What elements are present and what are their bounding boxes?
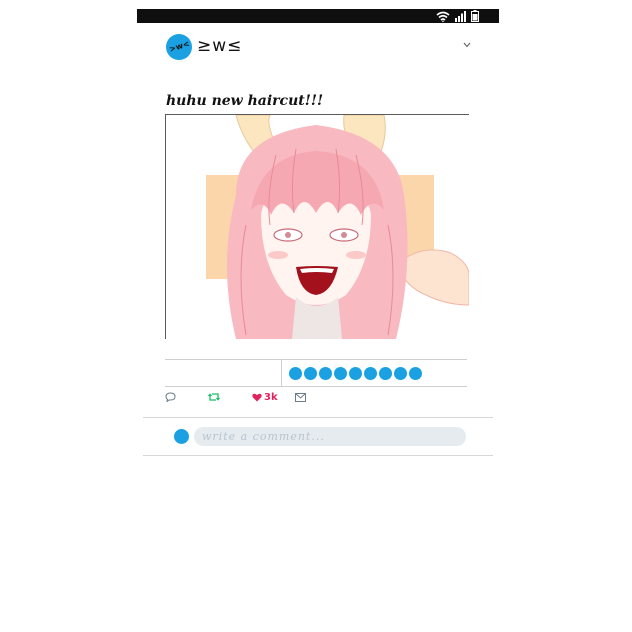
liker-avatar[interactable] [409, 367, 422, 380]
username[interactable]: ≥w≤ [197, 36, 242, 56]
mail-icon [295, 392, 306, 402]
liker-avatar[interactable] [364, 367, 377, 380]
post-actions: 3k [165, 390, 467, 404]
signal-icon [455, 10, 466, 22]
reply-button[interactable] [165, 390, 176, 404]
liker-avatar[interactable] [394, 367, 407, 380]
liker-avatar[interactable] [334, 367, 347, 380]
liker-avatar[interactable] [304, 367, 317, 380]
liker-avatar[interactable] [379, 367, 392, 380]
chevron-down-icon[interactable] [463, 42, 471, 48]
post-image[interactable] [165, 114, 469, 339]
avatar-logo: >w< [168, 39, 191, 54]
artwork-illustration [166, 115, 469, 339]
post-card: >w< ≥w≤ huhu new haircut!!! 3k write a c… [137, 23, 499, 632]
comment-placeholder: write a comment... [202, 430, 325, 443]
liker-avatar[interactable] [319, 367, 332, 380]
divider [143, 455, 493, 456]
liker-avatar[interactable] [289, 367, 302, 380]
retweet-icon [208, 393, 220, 401]
status-bar [137, 9, 499, 23]
likers-row [289, 367, 422, 380]
wifi-icon [436, 11, 450, 22]
like-button[interactable]: 3k [252, 390, 278, 404]
heart-icon [252, 393, 262, 401]
divider [143, 417, 493, 418]
retweet-button[interactable] [208, 390, 220, 404]
message-button[interactable] [295, 390, 306, 404]
comment-avatar[interactable] [174, 429, 189, 444]
avatar[interactable]: >w< [166, 34, 192, 60]
post-stats [165, 359, 467, 387]
liker-avatar[interactable] [349, 367, 362, 380]
comment-input[interactable]: write a comment... [194, 427, 466, 446]
battery-icon [471, 10, 479, 22]
stats-divider [281, 360, 282, 386]
reply-icon [165, 392, 176, 402]
like-count: 3k [264, 391, 278, 403]
post-caption: huhu new haircut!!! [166, 93, 324, 109]
